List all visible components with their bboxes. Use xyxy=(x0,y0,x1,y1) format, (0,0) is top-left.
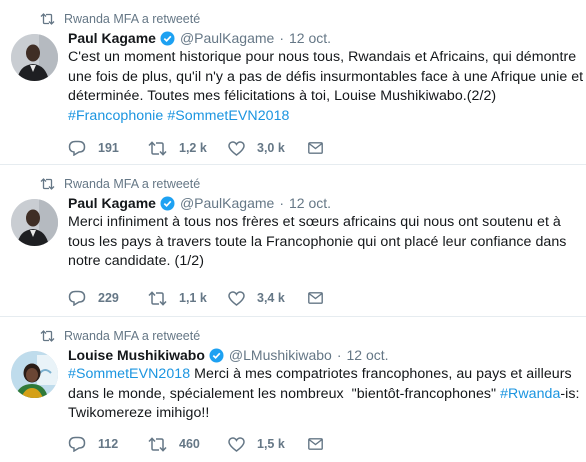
avatar[interactable] xyxy=(11,351,58,398)
tweet-header: Louise Mushikiwabo @LMushikiwabo · 12 oc… xyxy=(68,345,576,365)
hashtag-link[interactable]: #SommetEVN2018 xyxy=(167,108,289,124)
text-segment: une fois de plus, qu'il n'y a pas de déf… xyxy=(68,68,584,85)
envelope-icon xyxy=(308,292,323,304)
reply-button[interactable]: 112 xyxy=(68,435,148,453)
timestamp[interactable]: 12 oct. xyxy=(289,30,331,46)
tweet-text: C'est un moment historique pour nous tou… xyxy=(68,48,583,127)
like-button[interactable]: 3,0 k xyxy=(228,139,308,157)
retweet-icon xyxy=(40,12,56,26)
verified-badge-icon xyxy=(160,31,175,46)
text-segment: déterminée. Toutes mes félicitations à t… xyxy=(68,88,497,104)
separator-dot: · xyxy=(279,30,284,46)
retweet-icon xyxy=(148,290,167,306)
envelope-icon xyxy=(308,142,323,154)
text-line: #Francophonie #SommetEVN2018 xyxy=(68,107,576,127)
retweet-count: 1,2 k xyxy=(179,141,207,155)
author-handle[interactable]: @PaulKagame xyxy=(180,195,274,211)
envelope-icon xyxy=(308,438,323,450)
like-button[interactable]: 3,4 k xyxy=(228,289,308,307)
tweet[interactable]: Rwanda MFA a retweeté Louise Mushikiwabo… xyxy=(0,317,586,462)
retweet-icon xyxy=(40,177,56,191)
tweet[interactable]: Rwanda MFA a retweeté Paul Kagame @PaulK… xyxy=(0,0,586,165)
tweet-header: Paul Kagame @PaulKagame · 12 oct. xyxy=(68,28,576,48)
avatar[interactable] xyxy=(11,199,58,246)
verified-badge-icon xyxy=(160,196,175,211)
timestamp[interactable]: 12 oct. xyxy=(289,195,331,211)
text-line: tous les pays à travers toute la Francop… xyxy=(68,233,576,253)
text-line: une fois de plus, qu'il n'y a pas de déf… xyxy=(68,68,583,88)
text-segment: Merci infiniment à tous nos frères et sœ… xyxy=(68,214,561,230)
separator-dot: · xyxy=(279,195,284,211)
text-segment: Twikomereze imihigo!! xyxy=(68,405,210,421)
hashtag-link[interactable]: #Rwanda xyxy=(500,386,560,402)
tweet-actions: 112 460 1,5 k xyxy=(68,435,338,453)
text-segment: C'est un moment historique pour nous tou… xyxy=(68,49,577,65)
text-segment: dans le monde, spécialement les nombreux… xyxy=(68,385,501,402)
reply-count: 112 xyxy=(98,437,119,451)
author-handle[interactable]: @LMushikiwabo xyxy=(229,347,332,363)
text-line: notre candidate. (1/2) xyxy=(68,252,576,272)
reply-count: 191 xyxy=(98,141,119,155)
reply-button[interactable]: 191 xyxy=(68,139,148,157)
text-segment: notre candidate. (1/2) xyxy=(68,253,204,269)
retweet-icon xyxy=(40,329,56,343)
reply-icon xyxy=(68,436,86,452)
reply-button[interactable]: 229 xyxy=(68,289,148,307)
timeline: Rwanda MFA a retweeté Paul Kagame @PaulK… xyxy=(0,0,586,462)
text-line: déterminée. Toutes mes félicitations à t… xyxy=(68,87,576,107)
retweet-count: 460 xyxy=(179,437,200,451)
author-name[interactable]: Paul Kagame xyxy=(68,30,156,46)
retweet-context: Rwanda MFA a retweeté xyxy=(40,11,200,27)
author-name[interactable]: Louise Mushikiwabo xyxy=(68,347,205,363)
verified-badge-icon xyxy=(209,348,224,363)
like-count: 3,0 k xyxy=(257,141,285,155)
heart-icon xyxy=(228,436,245,452)
text-segment: tous les pays à travers toute la Francop… xyxy=(68,233,567,250)
text-segment: -is: xyxy=(560,385,580,402)
retweet-count: 1,1 k xyxy=(179,291,207,305)
retweet-context: Rwanda MFA a retweeté xyxy=(40,176,200,192)
text-segment: Merci à mes compatriotes francophones, a… xyxy=(190,366,572,382)
retweet-label[interactable]: Rwanda MFA a retweeté xyxy=(64,329,200,343)
retweet-context: Rwanda MFA a retweeté xyxy=(40,328,200,344)
direct-message-button[interactable] xyxy=(308,289,338,307)
text-line: Merci infiniment à tous nos frères et sœ… xyxy=(68,213,576,233)
retweet-icon xyxy=(148,140,167,156)
retweet-button[interactable]: 460 xyxy=(148,435,228,453)
text-line: C'est un moment historique pour nous tou… xyxy=(68,48,576,68)
reply-icon xyxy=(68,290,86,306)
separator-dot: · xyxy=(336,347,342,363)
like-count: 1,5 k xyxy=(257,437,285,451)
tweet-actions: 229 1,1 k 3,4 k xyxy=(68,289,338,307)
hashtag-link[interactable]: #Francophonie xyxy=(68,108,163,124)
reply-icon xyxy=(68,140,86,156)
text-line: dans le monde, spécialement les nombreux… xyxy=(68,385,580,405)
author-name[interactable]: Paul Kagame xyxy=(68,195,156,211)
tweet-actions: 191 1,2 k 3,0 k xyxy=(68,139,338,157)
tweet-text: #SommetEVN2018 Merci à mes compatriotes … xyxy=(68,365,580,424)
avatar[interactable] xyxy=(11,34,58,81)
text-line: #SommetEVN2018 Merci à mes compatriotes … xyxy=(68,365,576,385)
retweet-label[interactable]: Rwanda MFA a retweeté xyxy=(64,177,200,191)
direct-message-button[interactable] xyxy=(308,435,338,453)
like-count: 3,4 k xyxy=(257,291,285,305)
author-handle[interactable]: @PaulKagame xyxy=(180,30,274,46)
tweet-header: Paul Kagame @PaulKagame · 12 oct. xyxy=(68,193,576,213)
heart-icon xyxy=(228,140,245,156)
heart-icon xyxy=(228,290,245,306)
direct-message-button[interactable] xyxy=(308,139,338,157)
tweet-text: Merci infiniment à tous nos frères et sœ… xyxy=(68,213,576,272)
retweet-label[interactable]: Rwanda MFA a retweeté xyxy=(64,12,200,26)
tweet[interactable]: Rwanda MFA a retweeté Paul Kagame @PaulK… xyxy=(0,165,586,317)
text-line: Twikomereze imihigo!! xyxy=(68,404,576,424)
timestamp[interactable]: 12 oct. xyxy=(347,347,389,363)
like-button[interactable]: 1,5 k xyxy=(228,435,308,453)
retweet-button[interactable]: 1,1 k xyxy=(148,289,228,307)
hashtag-link[interactable]: #SommetEVN2018 xyxy=(68,366,190,382)
reply-count: 229 xyxy=(98,291,119,305)
retweet-icon xyxy=(148,436,167,452)
retweet-button[interactable]: 1,2 k xyxy=(148,139,228,157)
